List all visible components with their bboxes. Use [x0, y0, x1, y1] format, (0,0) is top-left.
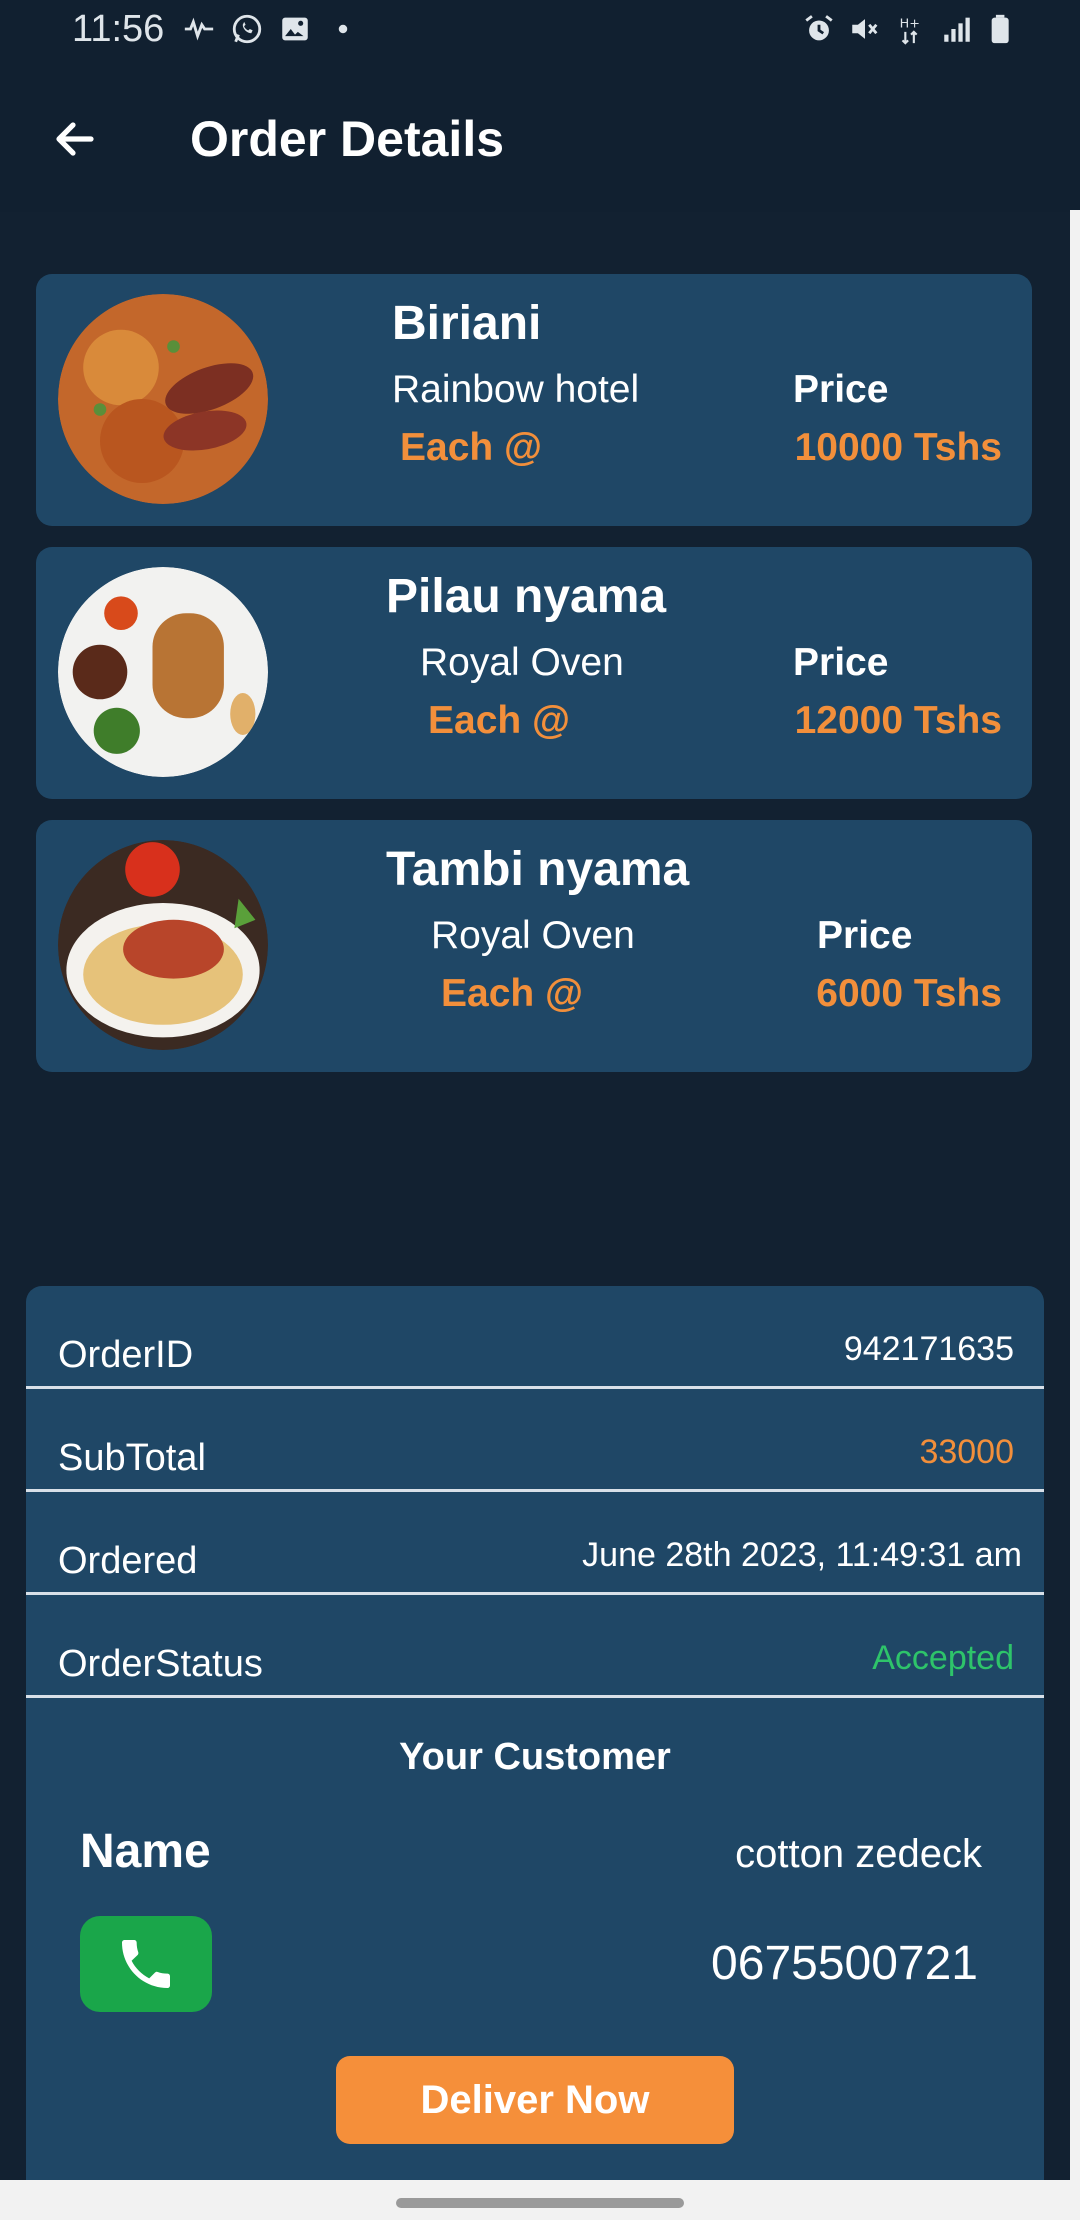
subtotal-row: SubTotal 33000	[26, 1389, 1044, 1492]
order-items-list: Biriani Rainbow hotel Each @ Price 10000…	[36, 274, 1032, 1093]
item-hotel: Royal Oven	[420, 641, 624, 684]
network-h-plus-icon: H+	[894, 12, 928, 46]
subtotal-value: 33000	[919, 1433, 1014, 1471]
screen: 11:56 H+ Order Details Biriani Rainbow h…	[0, 0, 1080, 2220]
status-bar: 11:56 H+	[0, 0, 1080, 66]
item-price-label: Price	[793, 368, 889, 411]
order-status-row: OrderStatus Accepted	[26, 1595, 1044, 1698]
signal-icon	[940, 12, 974, 46]
item-name: Biriani	[392, 297, 542, 350]
arrow-left-icon	[56, 122, 94, 156]
item-price-value: 6000 Tshs	[816, 972, 1002, 1015]
status-left-icons	[182, 12, 360, 46]
customer-phone[interactable]: 0675500721	[711, 1936, 978, 1991]
order-item-card[interactable]: Pilau nyama Royal Oven Each @ Price 1200…	[36, 547, 1032, 799]
food-image-tambi-nyama	[58, 840, 268, 1050]
app-bar: Order Details	[0, 66, 1080, 212]
scroll-edge	[1070, 210, 1080, 2180]
item-price-value: 12000 Tshs	[794, 699, 1002, 742]
subtotal-label: SubTotal	[58, 1437, 206, 1479]
order-id-value: 942171635	[843, 1330, 1014, 1368]
call-customer-button[interactable]	[80, 1916, 212, 2012]
food-image-pilau-nyama	[58, 567, 268, 777]
item-price-value: 10000 Tshs	[794, 426, 1002, 469]
order-status-label: OrderStatus	[58, 1643, 263, 1685]
ordered-row: Ordered June 28th 2023, 11:49:31 am	[26, 1492, 1044, 1595]
order-item-card[interactable]: Tambi nyama Royal Oven Each @ Price 6000…	[36, 820, 1032, 1072]
item-each-label: Each @	[441, 972, 584, 1015]
svg-text:H+: H+	[900, 17, 920, 32]
order-status-value: Accepted	[872, 1639, 1014, 1677]
mute-icon	[848, 12, 882, 46]
order-id-row: OrderID 942171635	[26, 1286, 1044, 1389]
navigation-bar	[0, 2180, 1080, 2220]
item-price-label: Price	[793, 641, 889, 684]
item-name: Pilau nyama	[386, 570, 667, 623]
customer-name-label: Name	[80, 1825, 211, 1878]
dot-icon	[326, 12, 360, 46]
status-time: 11:56	[72, 8, 165, 50]
item-price-label: Price	[817, 914, 913, 957]
food-image-biriani	[58, 294, 268, 504]
item-hotel: Rainbow hotel	[392, 368, 640, 411]
item-hotel: Royal Oven	[431, 914, 635, 957]
battery-icon	[986, 12, 1020, 46]
image-icon	[278, 12, 312, 46]
deliver-now-button[interactable]: Deliver Now	[336, 2056, 734, 2144]
order-item-card[interactable]: Biriani Rainbow hotel Each @ Price 10000…	[36, 274, 1032, 526]
status-right-icons: H+	[802, 12, 1020, 46]
customer-name-value: cotton zedeck	[735, 1832, 982, 1876]
item-each-label: Each @	[400, 426, 543, 469]
home-handle[interactable]	[396, 2198, 684, 2208]
alarm-icon	[802, 12, 836, 46]
ordered-value: June 28th 2023, 11:49:31 am	[582, 1536, 1022, 1574]
item-each-label: Each @	[428, 699, 571, 742]
activity-icon	[182, 12, 216, 46]
page-title: Order Details	[190, 111, 505, 167]
customer-section-title: Your Customer	[399, 1736, 671, 1778]
ordered-label: Ordered	[58, 1540, 198, 1582]
order-summary-panel: OrderID 942171635 SubTotal 33000 Ordered…	[26, 1286, 1044, 2186]
back-button[interactable]	[40, 104, 110, 174]
phone-icon	[122, 1940, 170, 1988]
whatsapp-icon	[230, 12, 264, 46]
item-name: Tambi nyama	[386, 843, 690, 896]
order-id-label: OrderID	[58, 1334, 194, 1376]
